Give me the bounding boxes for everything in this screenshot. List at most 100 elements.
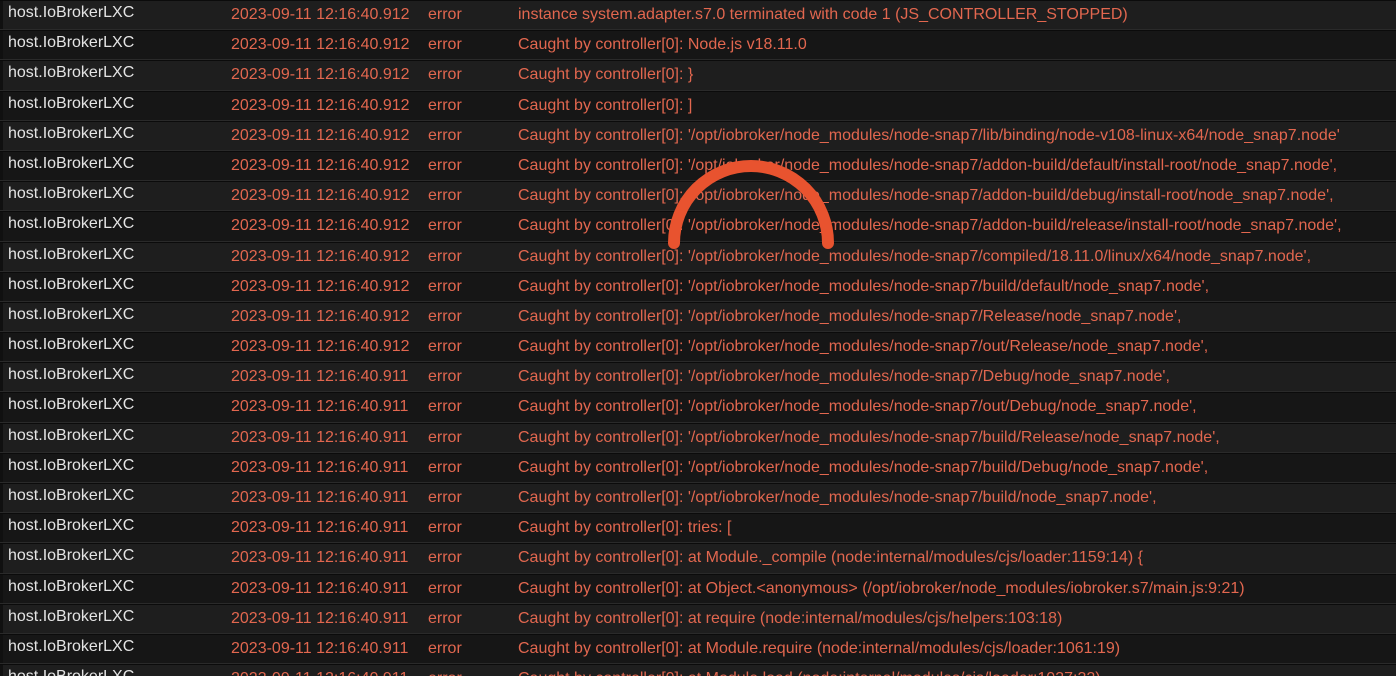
log-severity: error	[428, 126, 462, 144]
log-message: Caught by controller[0]: '/opt/iobroker/…	[518, 277, 1210, 295]
log-severity: error	[428, 36, 462, 54]
log-message: Caught by controller[0]: '/opt/iobroker/…	[518, 368, 1170, 386]
log-table: host.IoBrokerLXC 2023-09-11 12:16:40.912 e…	[0, 0, 1396, 676]
log-severity: error	[428, 156, 462, 174]
log-message: Caught by controller[0]: '/opt/iobroker/…	[518, 458, 1209, 476]
log-timestamp: 2023-09-11 12:16:40.912	[231, 96, 410, 114]
log-source: host.IoBrokerLXC	[8, 577, 135, 595]
log-severity: error	[428, 6, 462, 23]
log-timestamp: 2023-09-11 12:16:40.911	[231, 519, 409, 537]
log-timestamp: 2023-09-11 12:16:40.911	[231, 665, 408, 676]
log-source: host.IoBrokerLXC	[8, 456, 135, 474]
log-row[interactable]: host.IoBrokerLXC 2023-09-11 12:16:40.912 e…	[0, 241, 1396, 272]
log-severity: error	[428, 307, 462, 325]
log-row[interactable]: host.IoBrokerLXC 2023-09-11 12:16:40.911 e…	[0, 543, 1396, 574]
log-timestamp: 2023-09-11 12:16:40.911	[231, 609, 409, 627]
log-source: host.IoBrokerLXC	[8, 215, 135, 233]
log-source: host.IoBrokerLXC	[8, 607, 135, 625]
log-severity: error	[428, 247, 462, 265]
log-severity: error	[428, 338, 462, 356]
log-source: host.IoBrokerLXC	[8, 124, 135, 142]
log-source: host.IoBrokerLXC	[8, 64, 135, 82]
log-row[interactable]: host.IoBrokerLXC 2023-09-11 12:16:40.912 e…	[0, 211, 1396, 242]
log-message: Caught by controller[0]: '/opt/iobroker/…	[518, 126, 1340, 144]
log-severity: error	[428, 489, 462, 506]
log-severity: error	[428, 519, 462, 537]
log-row[interactable]: host.IoBrokerLXC 2023-09-11 12:16:40.911 e…	[0, 633, 1396, 665]
log-severity: error	[428, 428, 462, 446]
log-row[interactable]: host.IoBrokerLXC 2023-09-11 12:16:40.912 e…	[0, 181, 1396, 212]
log-severity: error	[428, 217, 462, 235]
log-source: host.IoBrokerLXC	[8, 366, 135, 384]
log-timestamp: 2023-09-11 12:16:40.912	[231, 187, 410, 205]
log-row[interactable]: host.IoBrokerLXC 2023-09-11 12:16:40.911 e…	[0, 422, 1396, 453]
log-message: Caught by controller[0]: '/opt/iobroker/…	[518, 156, 1338, 174]
log-message: Caught by controller[0]: }	[518, 66, 694, 84]
log-message: Caught by controller[0]: Node.js v18.11.…	[518, 36, 807, 54]
log-message: Caught by controller[0]: '/opt/iobroker/…	[518, 187, 1334, 205]
log-source: host.IoBrokerLXC	[8, 396, 135, 414]
log-message: Caught by controller[0]: '/opt/iobroker/…	[518, 247, 1312, 265]
log-row[interactable]: host.IoBrokerLXC 2023-09-11 12:16:40.911 e…	[0, 452, 1396, 483]
log-row[interactable]: host.IoBrokerLXC 2023-09-11 12:16:40.911 e…	[0, 664, 1396, 676]
log-message: instance system.adapter.s7.0 terminated …	[518, 6, 1128, 23]
log-timestamp: 2023-09-11 12:16:40.911	[231, 398, 409, 416]
log-row[interactable]: host.IoBrokerLXC 2023-09-11 12:16:40.912 e…	[0, 301, 1396, 333]
log-timestamp: 2023-09-11 12:16:40.912	[231, 156, 410, 174]
log-source: host.IoBrokerLXC	[8, 185, 135, 203]
log-severity: error	[428, 96, 462, 114]
log-source: host.IoBrokerLXC	[8, 305, 135, 323]
log-row[interactable]: host.IoBrokerLXC 2023-09-11 12:16:40.911 e…	[0, 483, 1396, 514]
log-row[interactable]: host.IoBrokerLXC 2023-09-11 12:16:40.911 e…	[0, 573, 1396, 604]
log-row[interactable]: host.IoBrokerLXC 2023-09-11 12:16:40.912 e…	[0, 0, 1396, 31]
log-source: host.IoBrokerLXC	[8, 547, 135, 565]
log-severity: error	[428, 609, 462, 627]
log-message: Caught by controller[0]: '/opt/iobroker/…	[518, 217, 1342, 235]
log-row[interactable]: host.IoBrokerLXC 2023-09-11 12:16:40.911 e…	[0, 603, 1396, 634]
log-timestamp: 2023-09-11 12:16:40.911	[231, 579, 409, 597]
log-severity: error	[428, 66, 462, 84]
log-source: host.IoBrokerLXC	[8, 154, 135, 172]
log-timestamp: 2023-09-11 12:16:40.912	[231, 126, 410, 144]
log-row[interactable]: host.IoBrokerLXC 2023-09-11 12:16:40.911 e…	[0, 392, 1396, 423]
log-source: host.IoBrokerLXC	[8, 663, 134, 676]
log-message: Caught by controller[0]: tries: [	[518, 519, 732, 537]
log-row[interactable]: host.IoBrokerLXC 2023-09-11 12:16:40.912 e…	[0, 120, 1396, 151]
log-timestamp: 2023-09-11 12:16:40.912	[231, 247, 410, 265]
log-source: host.IoBrokerLXC	[8, 426, 135, 444]
log-row[interactable]: host.IoBrokerLXC 2023-09-11 12:16:40.912 e…	[0, 332, 1396, 363]
log-timestamp: 2023-09-11 12:16:40.911	[231, 489, 409, 506]
log-message: Caught by controller[0]: '/opt/iobroker/…	[518, 307, 1182, 325]
log-source: host.IoBrokerLXC	[8, 336, 135, 354]
log-severity: error	[428, 277, 462, 295]
log-message: Caught by controller[0]: at require (nod…	[518, 609, 1063, 627]
log-row[interactable]: host.IoBrokerLXC 2023-09-11 12:16:40.911 e…	[0, 362, 1396, 393]
log-timestamp: 2023-09-11 12:16:40.911	[231, 549, 409, 567]
log-severity: error	[428, 398, 462, 416]
log-row[interactable]: host.IoBrokerLXC 2023-09-11 12:16:40.912 e…	[0, 60, 1396, 91]
log-timestamp: 2023-09-11 12:16:40.912	[231, 66, 410, 84]
log-row[interactable]: host.IoBrokerLXC 2023-09-11 12:16:40.912 e…	[0, 30, 1396, 61]
log-row[interactable]: host.IoBrokerLXC 2023-09-11 12:16:40.912 e…	[0, 271, 1396, 302]
log-row[interactable]: host.IoBrokerLXC 2023-09-11 12:16:40.912 e…	[0, 150, 1396, 182]
log-source: host.IoBrokerLXC	[8, 637, 135, 655]
log-rows: host.IoBrokerLXC 2023-09-11 12:16:40.912 e…	[0, 0, 1396, 676]
log-source: host.IoBrokerLXC	[8, 275, 135, 293]
log-message: Caught by controller[0]: at Object.<anon…	[518, 579, 1245, 597]
log-row[interactable]: host.IoBrokerLXC 2023-09-11 12:16:40.912 e…	[0, 90, 1396, 121]
log-source: host.IoBrokerLXC	[8, 4, 135, 21]
log-message: Caught by controller[0]: '/opt/iobroker/…	[518, 398, 1197, 416]
log-message: Caught by controller[0]: '/opt/iobroker/…	[518, 338, 1209, 356]
log-timestamp: 2023-09-11 12:16:40.912	[231, 36, 410, 54]
log-row[interactable]: host.IoBrokerLXC 2023-09-11 12:16:40.911 e…	[0, 513, 1396, 544]
log-message: Caught by controller[0]: '/opt/iobroker/…	[518, 428, 1220, 446]
log-severity: error	[428, 639, 462, 657]
log-message: Caught by controller[0]: '/opt/iobroker/…	[518, 489, 1157, 506]
log-timestamp: 2023-09-11 12:16:40.912	[231, 277, 410, 295]
log-severity: error	[428, 187, 462, 205]
log-timestamp: 2023-09-11 12:16:40.912	[231, 307, 410, 325]
log-source: host.IoBrokerLXC	[8, 94, 135, 112]
log-severity: error	[428, 579, 462, 597]
log-source: host.IoBrokerLXC	[8, 34, 135, 52]
log-timestamp: 2023-09-11 12:16:40.912	[231, 6, 410, 23]
